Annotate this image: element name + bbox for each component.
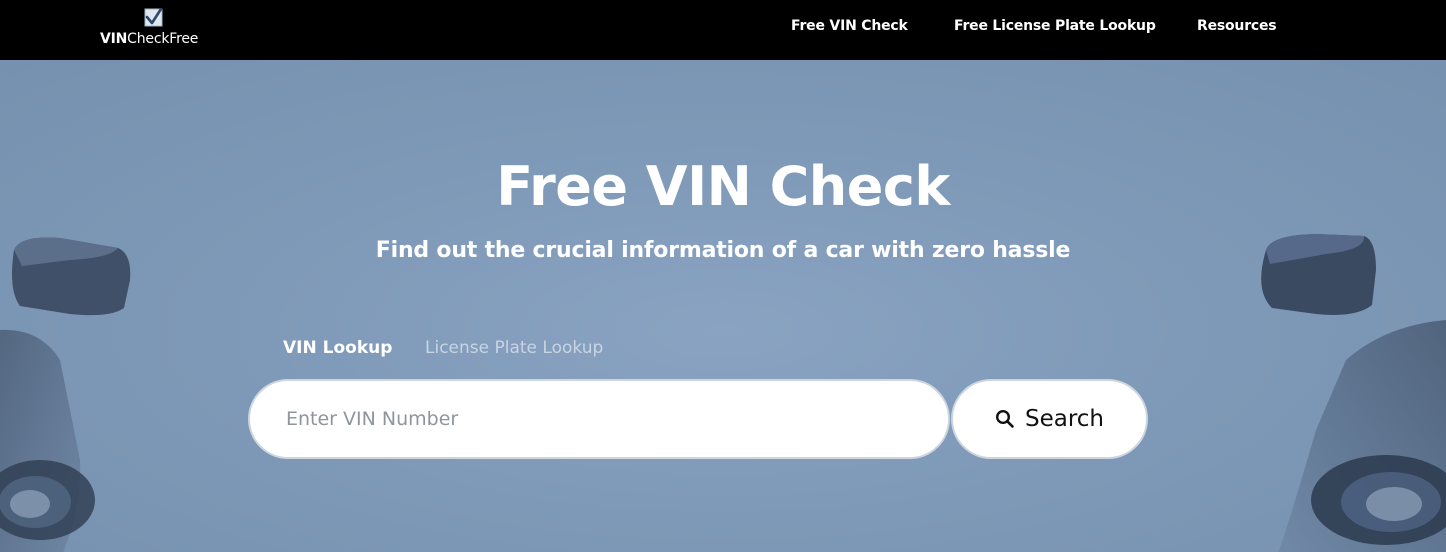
- hero-subtitle: Find out the crucial information of a ca…: [375, 238, 1071, 263]
- tab-vin-lookup[interactable]: VIN Lookup: [283, 338, 392, 358]
- nav-link-free-vin-check[interactable]: Free VIN Check: [791, 18, 908, 34]
- tab-license-plate-lookup[interactable]: License Plate Lookup: [425, 338, 603, 358]
- search-button-label: Search: [1024, 406, 1105, 432]
- vin-search-input[interactable]: [248, 379, 950, 459]
- search-icon: [995, 409, 1014, 428]
- site-logo[interactable]: VINCheckFree: [100, 6, 220, 50]
- search-button[interactable]: Search: [951, 379, 1148, 459]
- nav-link-license-plate-lookup[interactable]: Free License Plate Lookup: [954, 18, 1156, 34]
- logo-text: VINCheckFree: [100, 31, 198, 47]
- nav-link-resources[interactable]: Resources: [1197, 18, 1277, 34]
- logo-text-bold: VIN: [100, 31, 128, 47]
- top-navbar: VINCheckFree Free VIN Check Free License…: [0, 0, 1446, 60]
- hero-title: Free VIN Check: [496, 155, 950, 218]
- checkmark-logo-icon: [144, 8, 163, 27]
- hero-section: Free VIN Check Find out the crucial info…: [0, 60, 1446, 552]
- logo-text-regular: CheckFree: [127, 31, 199, 47]
